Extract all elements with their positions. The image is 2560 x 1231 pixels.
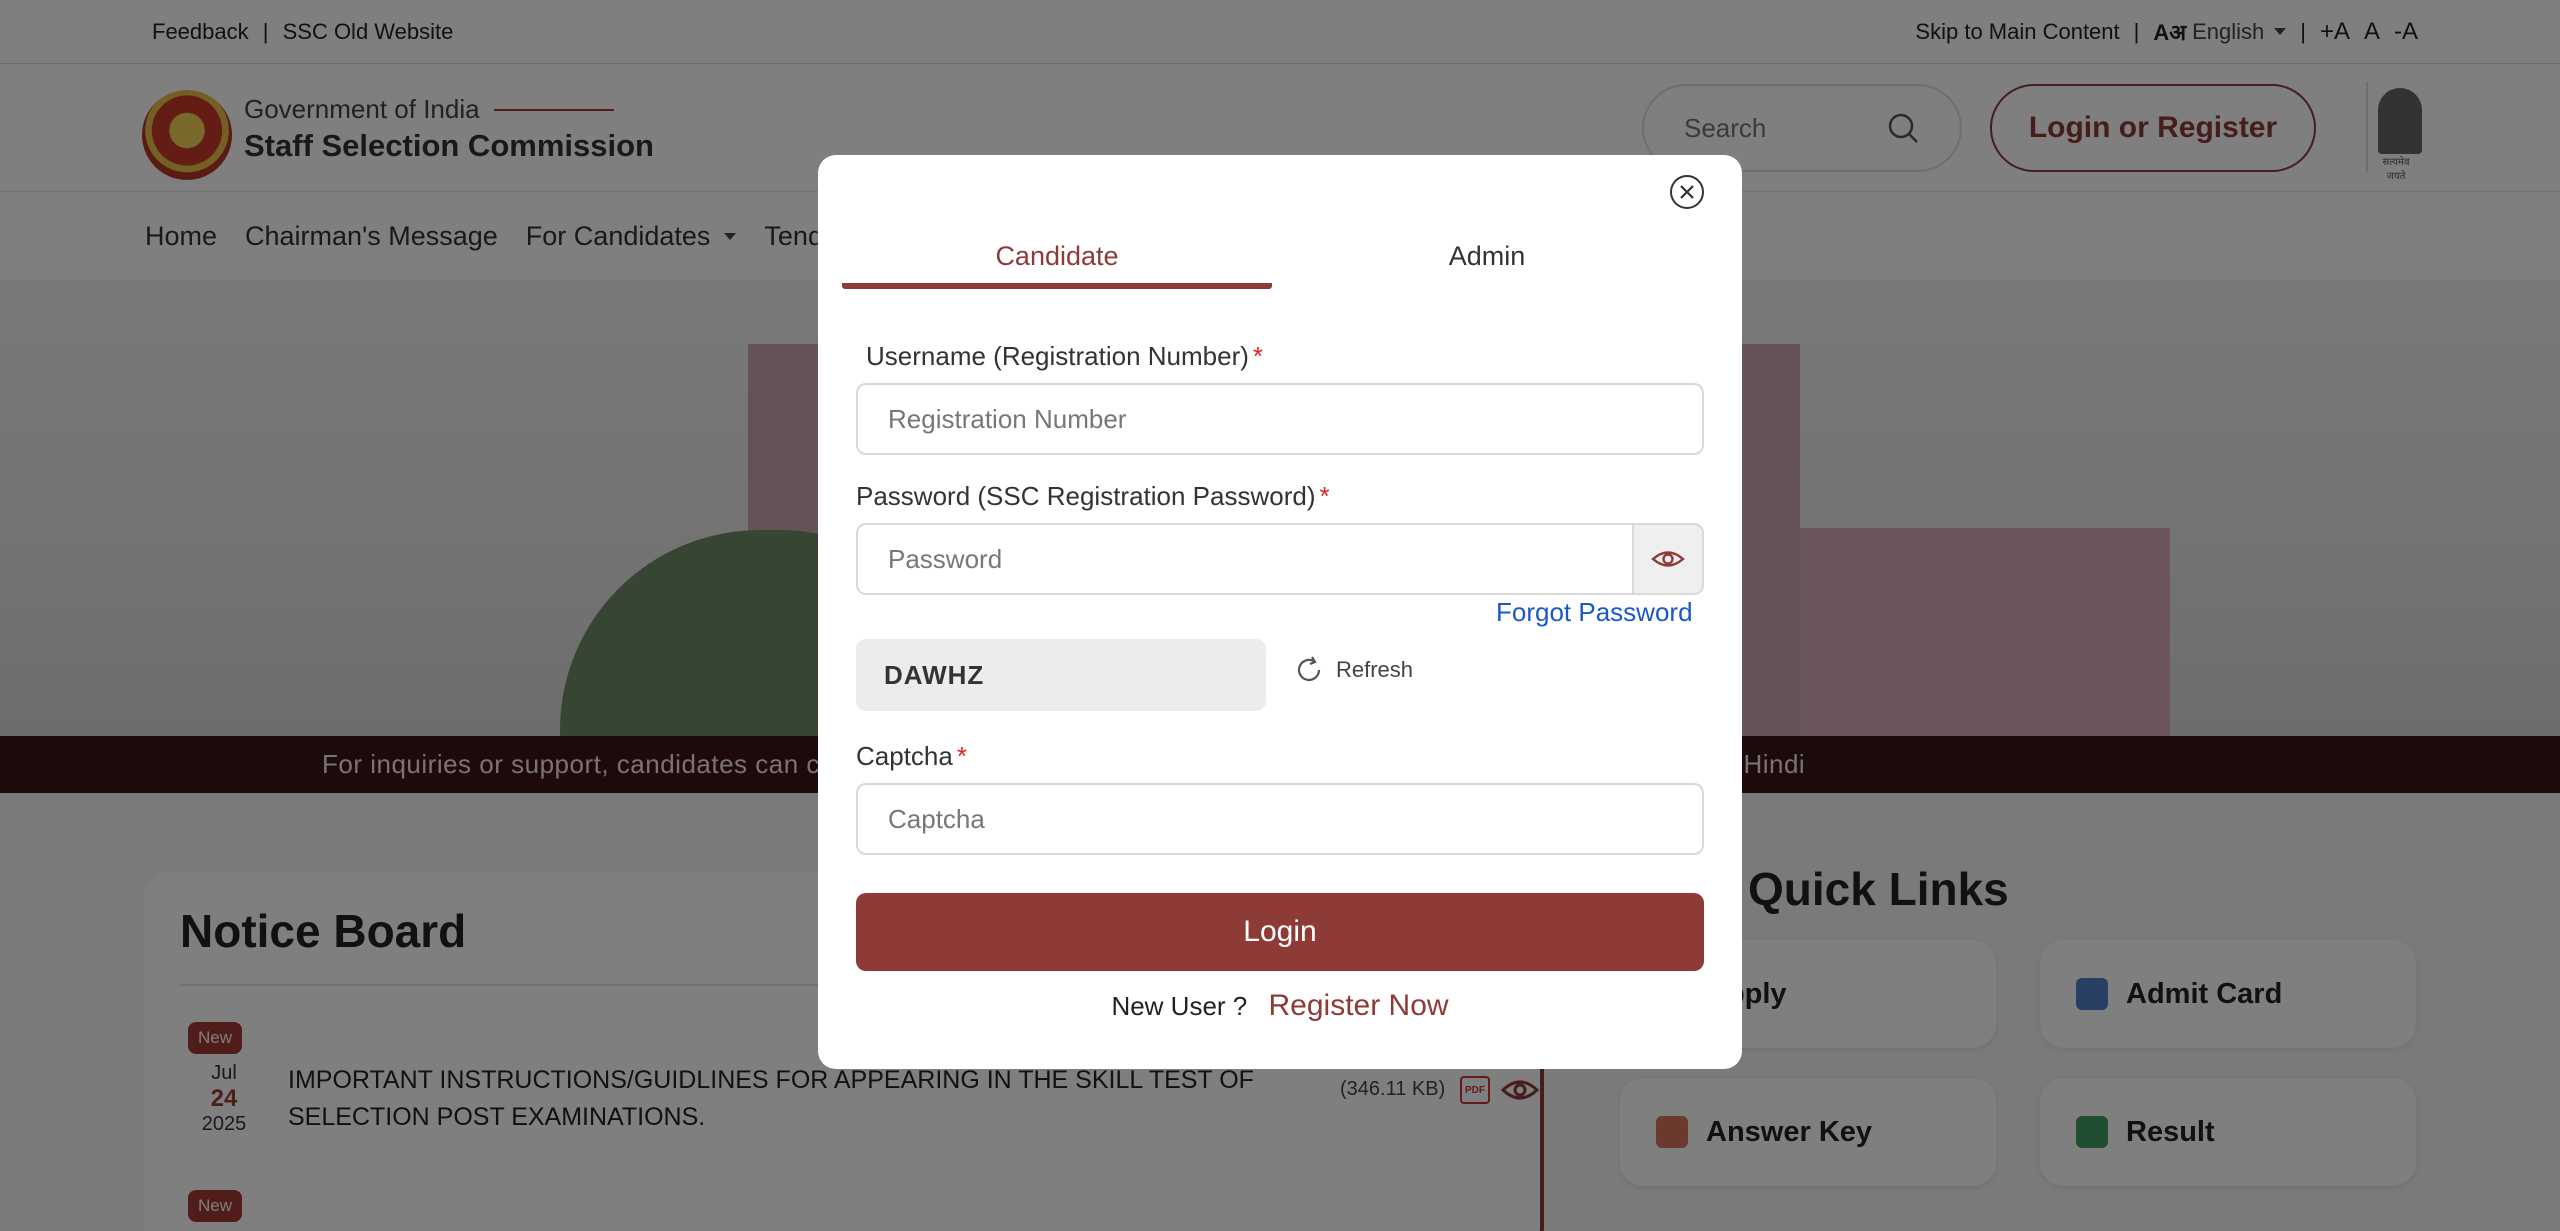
password-label: Password (SSC Registration Password) * bbox=[856, 481, 1330, 512]
refresh-icon bbox=[1297, 656, 1321, 682]
refresh-captcha-button[interactable]: Refresh bbox=[1294, 655, 1413, 685]
new-user-row: New User ? Register Now bbox=[818, 989, 1742, 1023]
required-mark: * bbox=[956, 741, 967, 771]
captcha-input[interactable] bbox=[856, 783, 1704, 855]
refresh-label: Refresh bbox=[1336, 657, 1414, 682]
login-tabs: Candidate Admin bbox=[842, 227, 1702, 289]
required-mark: * bbox=[1319, 481, 1330, 511]
eye-icon bbox=[1651, 551, 1685, 567]
forgot-password-link[interactable]: Forgot Password bbox=[1496, 597, 1693, 628]
register-now-link[interactable]: Register Now bbox=[1269, 989, 1449, 1022]
captcha-label: Captcha * bbox=[856, 741, 967, 772]
required-mark: * bbox=[1252, 341, 1264, 371]
captcha-label-text: Captcha bbox=[856, 741, 953, 771]
password-field bbox=[856, 523, 1704, 595]
password-input[interactable] bbox=[858, 525, 1632, 593]
captcha-image: DAWHZ bbox=[856, 639, 1266, 711]
close-button[interactable] bbox=[1670, 175, 1704, 209]
password-label-text: Password (SSC Registration Password) bbox=[856, 481, 1316, 511]
tab-admin[interactable]: Admin bbox=[1272, 227, 1702, 289]
login-modal: Candidate Admin Username (Registration N… bbox=[818, 155, 1742, 1069]
close-icon bbox=[1680, 185, 1694, 199]
username-label-text: Username (Registration Number) bbox=[866, 341, 1249, 371]
new-user-text: New User ? bbox=[1111, 991, 1248, 1021]
username-label: Username (Registration Number) * bbox=[866, 341, 1263, 372]
show-password-button[interactable] bbox=[1632, 525, 1702, 593]
username-input[interactable] bbox=[856, 383, 1704, 455]
login-button[interactable]: Login bbox=[856, 893, 1704, 971]
tab-candidate[interactable]: Candidate bbox=[842, 227, 1272, 289]
